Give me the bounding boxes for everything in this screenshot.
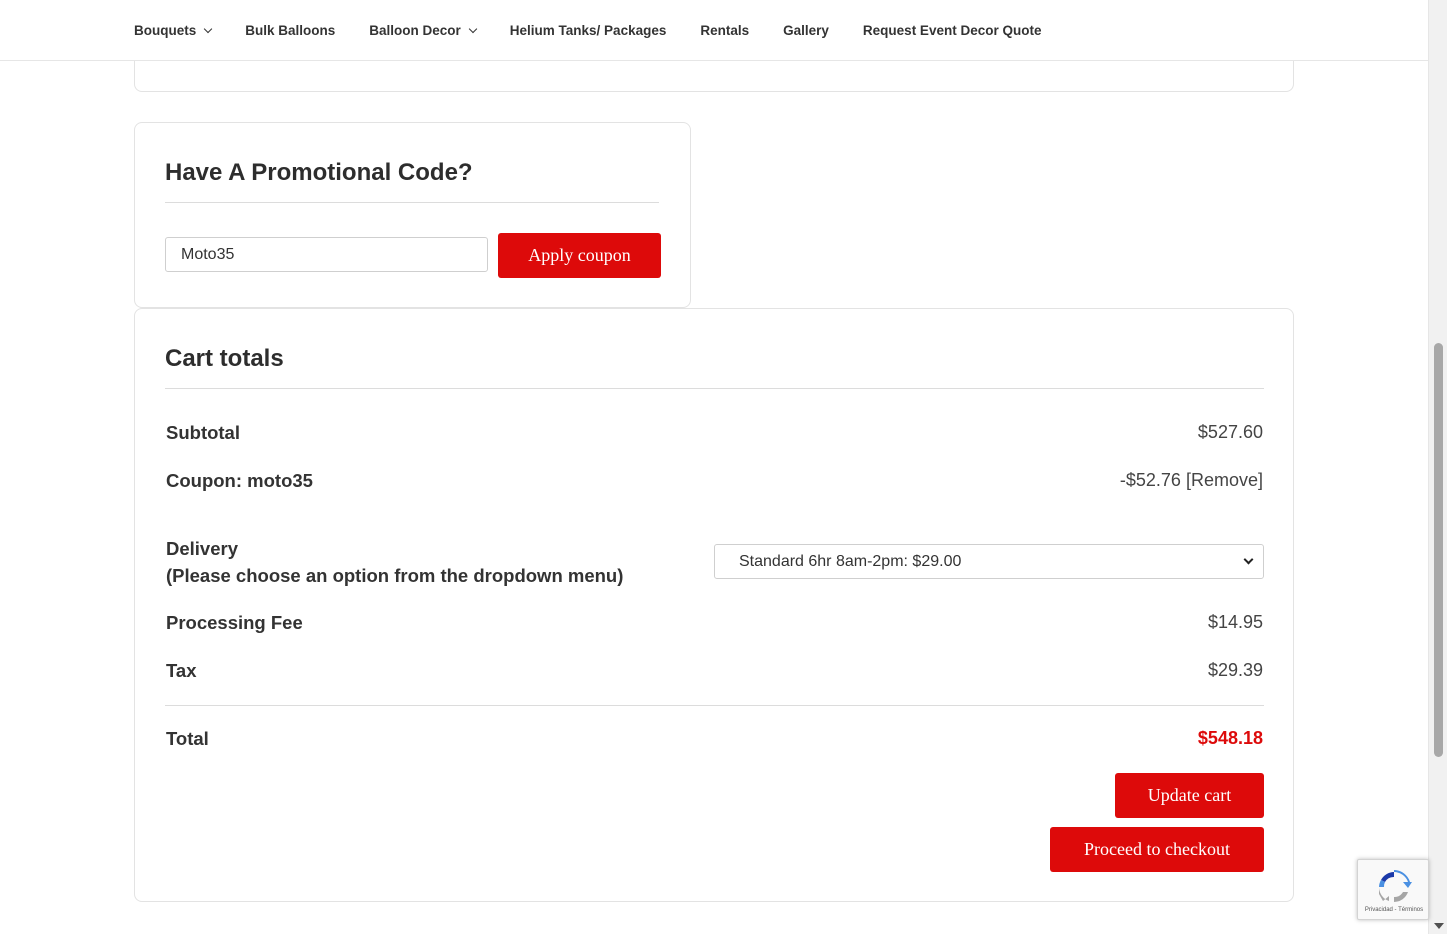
divider: [165, 388, 1264, 389]
delivery-select[interactable]: Standard 6hr 8am-2pm: $29.00: [714, 544, 1264, 579]
nav-item-label: Rentals: [700, 23, 750, 38]
coupon-discount: -$52.76 [Remove]: [1120, 470, 1263, 491]
nav-item-label: Balloon Decor: [369, 23, 461, 38]
nav-item-gallery[interactable]: Gallery: [783, 23, 829, 38]
nav-item-bulk-balloons[interactable]: Bulk Balloons: [245, 23, 335, 38]
cart-totals-title: Cart totals: [165, 345, 284, 372]
nav-item-label: Request Event Decor Quote: [862, 23, 1042, 38]
coupon-label: Coupon: moto35: [166, 470, 313, 491]
scroll-down-arrow-icon[interactable]: [1434, 923, 1444, 929]
processing-fee-value: $14.95: [1207, 612, 1263, 632]
coupon-discount-value: -$52.76: [1119, 470, 1181, 490]
nav-item-bouquets[interactable]: Bouquets: [134, 23, 213, 38]
update-cart-button[interactable]: Update cart: [1115, 773, 1264, 818]
cart-totals-card: Cart totals Subtotal $527.60 Coupon: mot…: [134, 308, 1294, 902]
processing-fee-label: Processing Fee: [166, 612, 303, 633]
nav-item-request-quote[interactable]: Request Event Decor Quote: [863, 23, 1042, 38]
chevron-down-icon: [204, 24, 213, 33]
tax-label: Tax: [166, 660, 197, 681]
subtotal-value: $527.60: [1197, 422, 1263, 442]
nav-item-label: Helium Tanks/ Packages: [509, 23, 667, 38]
remove-coupon-link[interactable]: [Remove]: [1186, 470, 1263, 490]
apply-coupon-button[interactable]: Apply coupon: [498, 233, 661, 278]
nav-item-label: Bulk Balloons: [245, 23, 336, 38]
nav-item-label: Gallery: [783, 23, 829, 38]
scrollbar-thumb[interactable]: [1434, 343, 1443, 757]
total-label: Total: [166, 728, 209, 749]
coupon-code-input[interactable]: [165, 237, 488, 272]
tax-value: $29.39: [1207, 660, 1263, 680]
divider: [165, 705, 1264, 706]
promo-code-card: Have A Promotional Code? Apply coupon: [134, 122, 691, 308]
divider: [165, 202, 659, 203]
delivery-selected-option: Standard 6hr 8am-2pm: $29.00: [739, 552, 962, 570]
promo-title: Have A Promotional Code?: [165, 159, 473, 186]
page-scrollbar[interactable]: [1428, 0, 1447, 934]
proceed-to-checkout-button[interactable]: Proceed to checkout: [1050, 827, 1264, 872]
chevron-down-icon: [468, 24, 478, 33]
delivery-label: Delivery: [166, 538, 238, 559]
recaptcha-footer[interactable]: Privacidad - Términos: [1358, 907, 1430, 913]
total-value: $548.18: [1197, 728, 1263, 748]
recaptcha-logo-icon: [1379, 870, 1412, 902]
nav-item-label: Bouquets: [134, 23, 197, 38]
subtotal-label: Subtotal: [166, 422, 240, 443]
chevron-down-icon: [1243, 554, 1254, 565]
nav-menu: Bouquets Bulk Balloons Balloon Decor Hel…: [134, 0, 1075, 61]
nav-item-balloon-decor[interactable]: Balloon Decor: [369, 23, 478, 38]
delivery-label-group: Delivery (Please choose an option from t…: [166, 535, 623, 589]
top-navigation: Bouquets Bulk Balloons Balloon Decor Hel…: [0, 0, 1428, 61]
delivery-hint: (Please choose an option from the dropdo…: [166, 565, 624, 586]
nav-item-rentals[interactable]: Rentals: [700, 23, 749, 38]
recaptcha-badge[interactable]: Privacidad - Términos: [1357, 859, 1429, 920]
nav-item-helium-tanks[interactable]: Helium Tanks/ Packages: [510, 23, 667, 38]
